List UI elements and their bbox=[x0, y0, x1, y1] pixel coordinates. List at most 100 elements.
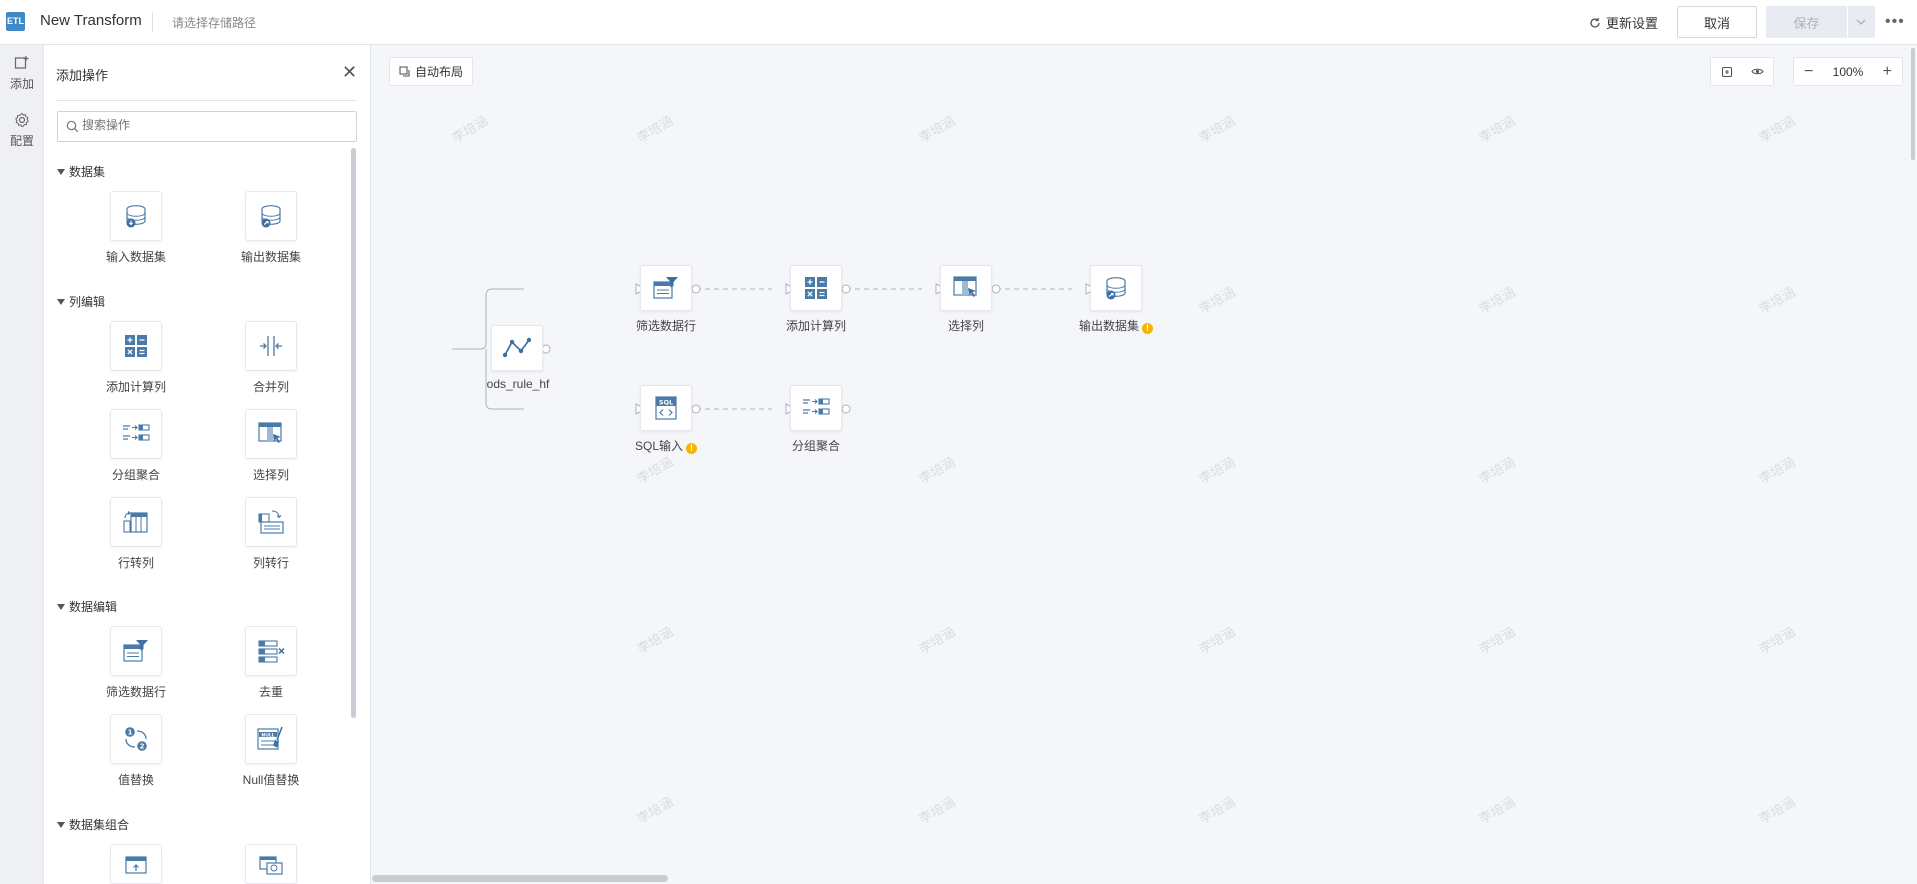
op-null-replace[interactable]: NULL Null值替换 bbox=[216, 714, 326, 788]
panel-title: 添加操作 bbox=[56, 68, 109, 83]
op-column-to-row[interactable]: 列转行 bbox=[216, 497, 326, 571]
node-output-dataset[interactable] bbox=[1090, 265, 1142, 311]
op-input-dataset[interactable]: 输入数据集 bbox=[81, 191, 191, 265]
save-button[interactable]: 保存 bbox=[1766, 6, 1847, 38]
more-menu-button[interactable]: ••• bbox=[1885, 13, 1905, 31]
select-column-icon bbox=[258, 422, 282, 443]
node-ports[interactable] bbox=[541, 284, 1001, 414]
rail-add-button[interactable]: 添加 bbox=[0, 55, 44, 92]
section-label: 列编辑 bbox=[69, 295, 106, 309]
op-dedup[interactable]: 去重 bbox=[216, 626, 326, 700]
panel-divider bbox=[56, 100, 357, 101]
add-node-icon bbox=[14, 56, 29, 69]
save-dropdown-button[interactable] bbox=[1847, 6, 1875, 38]
op-label: 添加计算列 bbox=[105, 380, 166, 394]
node-label: 分组聚合 bbox=[791, 439, 840, 453]
node-label: 输出数据集 bbox=[1078, 319, 1139, 333]
section-column-edit[interactable]: 列编辑 bbox=[57, 293, 105, 310]
op-group-aggregate[interactable]: 分组聚合 bbox=[81, 409, 191, 483]
op-label: 分组聚合 bbox=[111, 468, 160, 482]
refresh-settings-label: 更新设置 bbox=[1606, 16, 1659, 31]
cancel-button[interactable]: 取消 bbox=[1677, 6, 1757, 38]
calculator-icon bbox=[125, 335, 147, 357]
op-combine-partial-2[interactable] bbox=[216, 844, 326, 884]
section-dataset-combine[interactable]: 数据集组合 bbox=[57, 816, 129, 833]
op-label: 输出数据集 bbox=[240, 250, 301, 264]
select-column-icon bbox=[953, 276, 977, 297]
group-aggregate-icon bbox=[803, 398, 830, 415]
op-icon-box bbox=[110, 321, 162, 371]
op-filter-rows[interactable]: 筛选数据行 bbox=[81, 626, 191, 700]
node-select-column[interactable] bbox=[940, 265, 992, 311]
op-icon-box: 12 bbox=[110, 714, 162, 764]
rail-add-label: 添加 bbox=[9, 77, 34, 91]
node-label: 添加计算列 bbox=[785, 319, 846, 333]
op-label: 列转行 bbox=[252, 556, 289, 570]
warning-icon[interactable]: ! bbox=[686, 443, 697, 454]
collapse-caret-icon bbox=[57, 821, 65, 828]
svg-text:2: 2 bbox=[140, 743, 145, 751]
rail-config-button[interactable]: 配置 bbox=[0, 112, 44, 149]
output-dataset-icon bbox=[261, 205, 281, 228]
canvas-horizontal-scrollbar[interactable] bbox=[372, 875, 668, 882]
filter-rows-icon bbox=[653, 277, 678, 299]
close-icon[interactable]: ✕ bbox=[342, 62, 357, 83]
op-icon-box bbox=[245, 626, 297, 676]
value-replace-icon: 12 bbox=[125, 727, 147, 751]
op-label: 去重 bbox=[258, 685, 283, 699]
union-icon bbox=[259, 856, 283, 875]
node-label: SQL输入 bbox=[634, 439, 683, 453]
flow-canvas[interactable]: 李培涵 李培涵 李培涵 李培涵 李培涵 李培涵 李培涵 李培涵 李培涵 李培涵 … bbox=[372, 45, 1917, 884]
search-input[interactable] bbox=[82, 118, 342, 132]
refresh-icon bbox=[1590, 17, 1600, 28]
panel-scrollbar[interactable] bbox=[351, 148, 356, 718]
source-query-icon bbox=[502, 337, 532, 358]
node-label: ods_rule_hf bbox=[486, 377, 550, 391]
node-sql-input[interactable]: SQL bbox=[640, 385, 692, 431]
collapse-caret-icon bbox=[57, 168, 65, 175]
op-output-dataset[interactable]: 输出数据集 bbox=[216, 191, 326, 265]
chevron-down-icon bbox=[1856, 19, 1866, 25]
node-add-calc-column[interactable] bbox=[790, 265, 842, 311]
join-icon bbox=[125, 856, 147, 874]
etl-logo: ETL bbox=[6, 12, 25, 31]
section-data-edit[interactable]: 数据编辑 bbox=[57, 598, 117, 615]
op-label: 合并列 bbox=[252, 380, 289, 394]
left-rail: 添加 配置 bbox=[0, 45, 44, 884]
null-replace-icon: NULL bbox=[257, 726, 283, 750]
transform-title[interactable]: New Transform bbox=[40, 12, 142, 29]
group-aggregate-icon bbox=[123, 424, 150, 441]
deduplicate-icon bbox=[258, 640, 285, 663]
svg-text:SQL: SQL bbox=[659, 399, 673, 407]
op-label: 输入数据集 bbox=[105, 250, 166, 264]
top-bar: ETL New Transform 请选择存储路径 更新设置 取消 保存 ••• bbox=[0, 0, 1917, 45]
op-icon-box: NULL bbox=[245, 714, 297, 764]
op-icon-box bbox=[110, 409, 162, 459]
op-row-to-column[interactable]: 行转列 bbox=[81, 497, 191, 571]
merge-columns-icon bbox=[260, 336, 282, 356]
output-dataset-icon bbox=[1106, 277, 1126, 300]
op-icon-box bbox=[110, 497, 162, 547]
storage-path-selector[interactable]: 请选择存储路径 bbox=[172, 14, 256, 31]
node-group-aggregate[interactable] bbox=[790, 385, 842, 431]
op-value-replace[interactable]: 12 值替换 bbox=[81, 714, 191, 788]
input-dataset-icon bbox=[126, 205, 146, 228]
title-divider bbox=[152, 12, 153, 32]
svg-text:NULL: NULL bbox=[261, 732, 274, 738]
section-dataset[interactable]: 数据集 bbox=[57, 163, 105, 180]
node-label: 筛选数据行 bbox=[635, 319, 696, 333]
node-label-output: 输出数据集! bbox=[1056, 317, 1176, 334]
refresh-settings-button[interactable]: 更新设置 bbox=[1589, 13, 1658, 32]
operation-search[interactable] bbox=[57, 111, 357, 142]
op-combine-partial-1[interactable] bbox=[81, 844, 191, 884]
svg-text:1: 1 bbox=[128, 729, 133, 737]
op-merge-column[interactable]: 合并列 bbox=[216, 321, 326, 395]
edge-dashed bbox=[696, 288, 1072, 410]
op-add-calc-column[interactable]: 添加计算列 bbox=[81, 321, 191, 395]
op-icon-box bbox=[245, 321, 297, 371]
op-select-column[interactable]: 选择列 bbox=[216, 409, 326, 483]
node-filter-rows[interactable] bbox=[640, 265, 692, 311]
canvas-vertical-scrollbar[interactable] bbox=[1911, 48, 1915, 160]
warning-icon[interactable]: ! bbox=[1142, 323, 1153, 334]
node-source-ods-rule-hf[interactable] bbox=[491, 325, 543, 371]
